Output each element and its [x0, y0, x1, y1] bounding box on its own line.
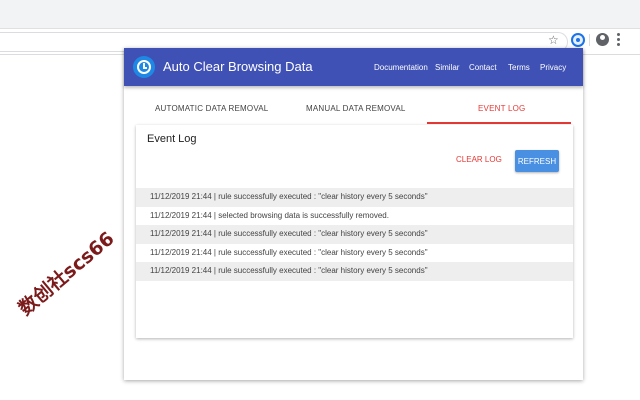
profile-avatar-icon[interactable]: [596, 33, 609, 46]
log-entry: 11/12/2019 21:44 | rule successfully exe…: [136, 225, 573, 244]
nav-contact[interactable]: Contact: [469, 63, 497, 72]
log-entry: 11/12/2019 21:44 | rule successfully exe…: [136, 188, 573, 207]
tab-automatic-data-removal[interactable]: AUTOMATIC DATA REMOVAL: [155, 104, 268, 113]
tab-event-log[interactable]: EVENT LOG: [478, 104, 525, 113]
bookmark-star-icon[interactable]: ☆: [548, 33, 559, 47]
toolbar-divider: [589, 34, 590, 46]
nav-terms[interactable]: Terms: [508, 63, 530, 72]
clear-log-button[interactable]: CLEAR LOG: [456, 155, 502, 164]
app-title: Auto Clear Browsing Data: [163, 59, 313, 74]
refresh-button[interactable]: REFRESH: [515, 150, 559, 172]
extension-popup: Auto Clear Browsing Data Documentation S…: [124, 48, 583, 380]
watermark-text: 数创社scs66: [14, 227, 119, 320]
nav-similar[interactable]: Similar: [435, 63, 459, 72]
log-entry: 11/12/2019 21:44 | rule successfully exe…: [136, 262, 573, 281]
browser-tabstrip: [0, 0, 640, 29]
event-log-card: Event Log CLEAR LOG REFRESH 11/12/2019 2…: [136, 125, 573, 338]
tab-manual-data-removal[interactable]: MANUAL DATA REMOVAL: [306, 104, 406, 113]
log-entry: 11/12/2019 21:44 | selected browsing dat…: [136, 206, 573, 226]
event-log-list: 11/12/2019 21:44 | rule successfully exe…: [136, 188, 573, 281]
browser-chrome: [0, 0, 640, 55]
app-header: Auto Clear Browsing Data Documentation S…: [124, 48, 583, 86]
nav-privacy[interactable]: Privacy: [540, 63, 566, 72]
event-log-title: Event Log: [147, 133, 197, 145]
nav-documentation[interactable]: Documentation: [374, 63, 428, 72]
active-tab-indicator: [427, 122, 571, 124]
clock-logo-icon: [133, 56, 155, 78]
extension-icon[interactable]: [571, 33, 585, 47]
log-entry: 11/12/2019 21:44 | rule successfully exe…: [136, 243, 573, 263]
browser-menu-icon[interactable]: [617, 33, 621, 47]
